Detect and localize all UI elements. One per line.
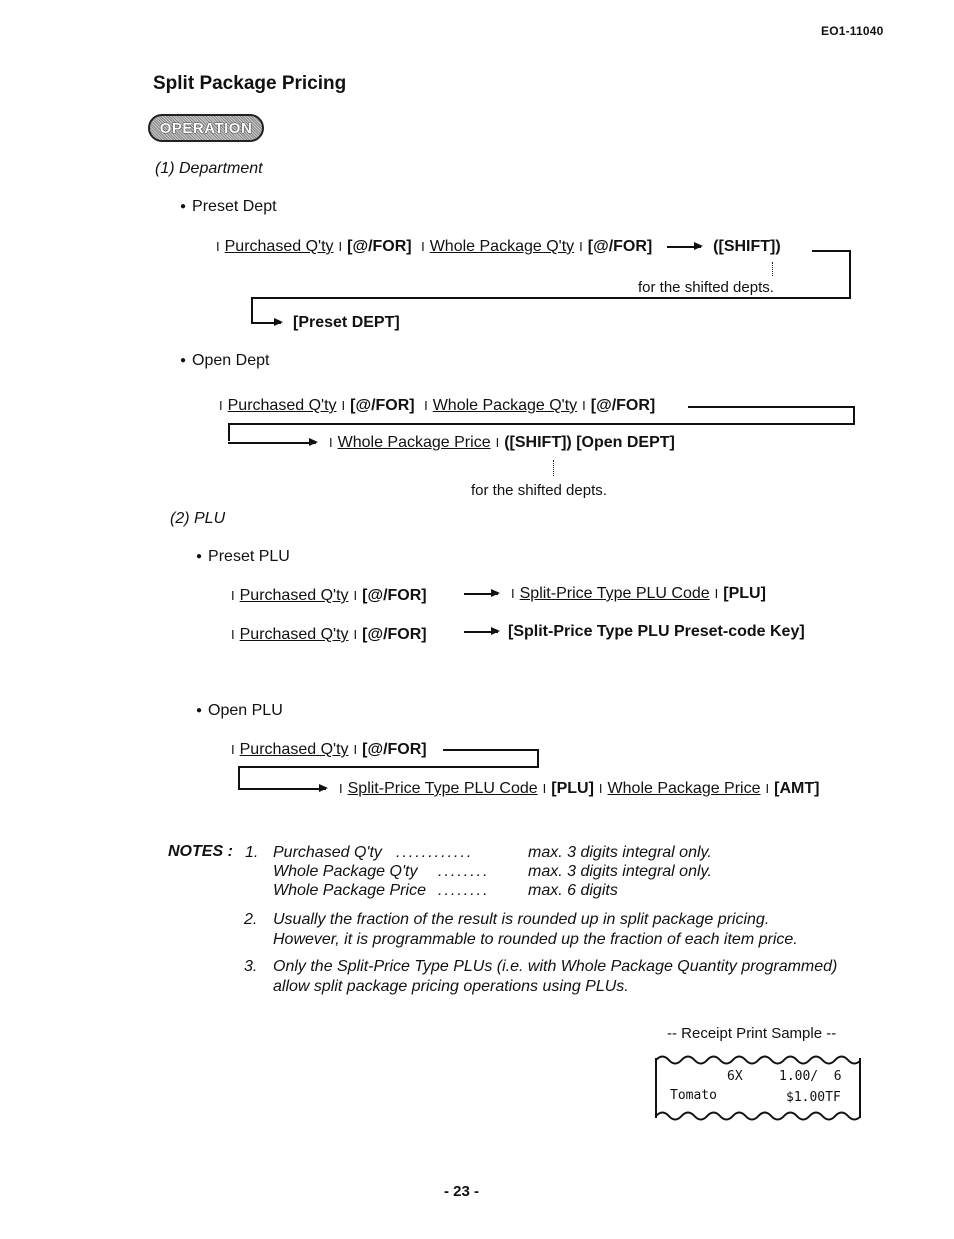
for-key: [@/FOR]: [350, 397, 415, 414]
shift-note: for the shifted depts.: [471, 482, 607, 499]
note-number: 2.: [244, 911, 258, 928]
preset-plu-row-1: I Purchased Q'ty I [@/FOR]: [231, 587, 427, 604]
note-number: 3.: [244, 958, 258, 975]
amt-key: [AMT]: [774, 780, 820, 797]
flow-line: [812, 250, 850, 252]
operation-badge: OPERATION: [148, 114, 264, 142]
note-leader: ........: [438, 882, 490, 899]
plu-code-field: Split-Price Type PLU Code: [347, 780, 538, 797]
note-2-line: Usually the fraction of the result is ro…: [273, 911, 770, 928]
note-1-field: Purchased Q'ty: [273, 844, 382, 861]
whole-package-price-field: Whole Package Price: [607, 780, 761, 797]
for-key: [@/FOR]: [362, 626, 427, 643]
for-key: [@/FOR]: [347, 238, 412, 255]
page-number: - 23 -: [444, 1183, 480, 1200]
shift-note: for the shifted depts.: [638, 279, 774, 296]
plu-key: [PLU]: [551, 780, 594, 797]
bullet-open-dept: Open Dept: [180, 352, 269, 370]
whole-package-qty-field: Whole Package Q'ty: [429, 238, 575, 255]
plu-key: [PLU]: [723, 585, 766, 602]
receipt-amount: $1.00TF: [786, 1090, 841, 1105]
flow-line: [849, 250, 851, 299]
whole-package-qty-field: Whole Package Q'ty: [432, 397, 578, 414]
preset-plu-row-1-target: I Split-Price Type PLU Code I [PLU]: [464, 585, 766, 603]
open-plu-sequence: I Purchased Q'ty I [@/FOR]: [231, 741, 427, 758]
purchased-qty-field: Purchased Q'ty: [239, 587, 349, 604]
for-key: [@/FOR]: [362, 741, 427, 758]
bullet-preset-dept: Preset Dept: [180, 198, 276, 216]
arrow-right-icon: [464, 590, 500, 597]
receipt-sample-title: -- Receipt Print Sample --: [667, 1025, 837, 1042]
plu-code-field: Split-Price Type PLU Code: [519, 585, 710, 602]
arrow-right-icon: [228, 439, 318, 446]
preset-dept-key: [Preset DEPT]: [293, 314, 400, 331]
open-plu-sequence-2: I Split-Price Type PLU Code I [PLU] I Whole P…: [238, 780, 819, 798]
arrow-right-icon: [464, 628, 500, 635]
preset-dept-final: [Preset DEPT]: [251, 314, 400, 332]
preset-plu-row-2: I Purchased Q'ty I [@/FOR]: [231, 626, 427, 643]
preset-dept-sequence: I Purchased Q'ty I [@/FOR] I Whole Package Q…: [216, 238, 781, 255]
bullet-open-plu: Open PLU: [196, 702, 283, 720]
flow-line: [228, 423, 855, 425]
operation-badge-label: OPERATION: [159, 119, 253, 137]
for-key: [@/FOR]: [362, 587, 427, 604]
open-dept-sequence: I Purchased Q'ty I [@/FOR] I Whole Package Q…: [219, 397, 656, 414]
whole-package-price-field: Whole Package Price: [337, 434, 491, 451]
open-dept-sequence-2: I Whole Package Price I ([SHIFT]) [Open DEP…: [228, 434, 675, 452]
flow-line: [238, 766, 539, 768]
for-key: [@/FOR]: [587, 238, 653, 255]
receipt-unit-price: 1.00/ 6: [779, 1069, 842, 1084]
arrow-right-icon: [666, 243, 703, 250]
document-number: EO1-11040: [821, 24, 884, 38]
flow-line: [688, 406, 854, 408]
note-leader: ........: [438, 863, 490, 880]
note-1-field: Whole Package Q'ty: [273, 863, 418, 880]
purchased-qty-field: Purchased Q'ty: [239, 741, 349, 758]
shift-key: ([SHIFT]): [713, 238, 781, 255]
section-plu-heading: (2) PLU: [170, 510, 226, 527]
purchased-qty-field: Purchased Q'ty: [227, 397, 337, 414]
shift-open-dept-keys: ([SHIFT]) [Open DEPT]: [504, 434, 675, 451]
note-3-line: Only the Split-Price Type PLUs (i.e. wit…: [273, 958, 838, 975]
note-leader: ............: [396, 844, 474, 861]
purchased-qty-field: Purchased Q'ty: [239, 626, 349, 643]
dotted-connector: [553, 460, 555, 476]
dotted-connector: [772, 262, 774, 276]
receipt-border: [655, 1055, 861, 1121]
section-department-heading: (1) Department: [155, 160, 263, 177]
bullet-preset-plu: Preset PLU: [196, 548, 290, 566]
preset-plu-row-2-target: [Split-Price Type PLU Preset-code Key]: [464, 623, 805, 641]
plu-preset-code-key: [Split-Price Type PLU Preset-code Key]: [508, 623, 805, 640]
flow-line: [251, 297, 851, 299]
notes-label: NOTES :: [168, 843, 233, 860]
receipt-sample: 6X 1.00/ 6 Tomato $1.00TF: [655, 1052, 861, 1122]
note-2-line: However, it is programmable to rounded u…: [273, 931, 798, 948]
arrow-right-icon: [251, 319, 283, 326]
receipt-qty: 6X: [727, 1069, 743, 1084]
page-title: Split Package Pricing: [153, 73, 347, 94]
for-key: [@/FOR]: [590, 397, 656, 414]
note-1-limit: max. 6 digits: [528, 882, 618, 899]
note-number: 1.: [245, 844, 259, 861]
receipt-item-name: Tomato: [670, 1088, 717, 1103]
flow-line: [443, 749, 538, 751]
purchased-qty-field: Purchased Q'ty: [224, 238, 334, 255]
arrow-right-icon: [238, 785, 328, 792]
note-3-line: allow split package pricing operations u…: [273, 978, 629, 995]
note-1-limit: max. 3 digits integral only.: [528, 844, 712, 861]
note-1-field: Whole Package Price: [273, 882, 426, 899]
note-1-limit: max. 3 digits integral only.: [528, 863, 712, 880]
